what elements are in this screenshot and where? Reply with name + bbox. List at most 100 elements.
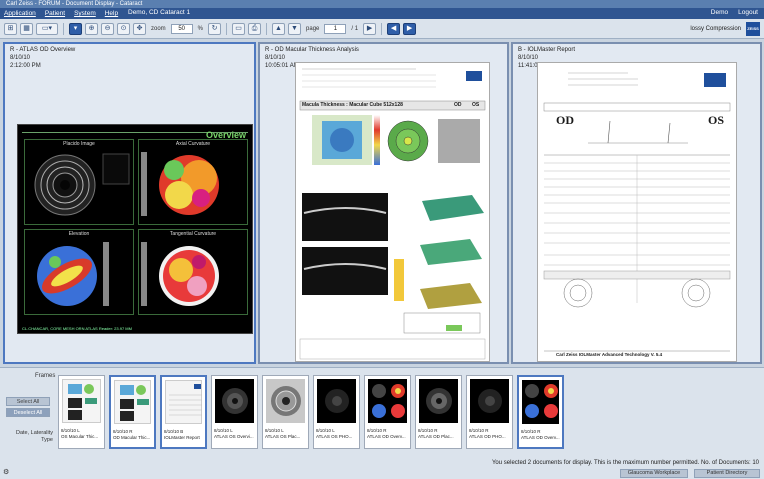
elevation-quadrant: Elevation xyxy=(24,229,134,315)
layout-dropdown-icon[interactable]: ▭▾ xyxy=(36,22,58,35)
thumbnail-atlas-od-overview-selected[interactable]: 8/10/10 R ATLAS OD Overv... xyxy=(517,375,564,449)
toolbar-separator xyxy=(226,22,228,35)
thumbnail-atlas-os-overview[interactable]: 8/10/10 L ATLAS OS Overvi... xyxy=(211,375,258,449)
od-label: OD xyxy=(454,102,462,108)
next-page-icon[interactable]: ▶ xyxy=(363,22,377,35)
document-panel-macular[interactable]: R - OD Macular Thickness Analysis 8/10/1… xyxy=(258,42,509,364)
document-panel-atlas[interactable]: R - ATLAS OD Overview 8/10/10 2:12:00 PM… xyxy=(3,42,256,364)
quadrant-title: Placido Image xyxy=(63,141,95,147)
macular-report-page: Macula Thickness : Macular Cube 512x128 … xyxy=(295,62,490,362)
compare-icon[interactable]: ▭ xyxy=(232,22,246,35)
user-name: Demo xyxy=(710,9,729,16)
toolbar-separator xyxy=(63,22,64,35)
menu-bar: Application Patient System Help Demo, CD… xyxy=(0,8,764,19)
thumbnail-image xyxy=(266,379,305,423)
thumbnail-caption: 8/10/10 L ATLAS OS PHO... xyxy=(316,428,353,439)
logout-button[interactable]: Logout xyxy=(738,9,758,16)
thumbnail-strip: Frames Select All Deselect All Date, Lat… xyxy=(0,367,764,457)
placido-image xyxy=(34,153,130,216)
quadrant-title: Tangential Curvature xyxy=(169,231,217,237)
overview-footer: CL.CHANCAR, CORE MESH ORN ATLAS Reader: … xyxy=(22,326,132,331)
page-down-icon[interactable]: ▼ xyxy=(288,22,302,35)
previous-document-icon[interactable]: ◀ xyxy=(387,22,401,35)
quadrant-title: Axial Curvature xyxy=(175,141,211,147)
iol-od-label: OD xyxy=(556,113,574,127)
elevation-map xyxy=(37,242,109,306)
status-bar: You selected 2 documents for display. Th… xyxy=(0,457,764,479)
thumbnail-image xyxy=(368,379,407,423)
os-label: OS xyxy=(472,102,480,108)
thumbnail-atlas-os-placido[interactable]: 8/10/10 L ATLAS OS Plac... xyxy=(262,375,309,449)
quadrant-title: Elevation xyxy=(68,231,90,237)
atlas-overview-image: Overview Placido Image Axial Curvature E… xyxy=(17,124,253,334)
document-viewer: R - ATLAS OD Overview 8/10/10 2:12:00 PM… xyxy=(0,39,764,365)
zoom-input[interactable]: 50 xyxy=(170,23,193,34)
compression-label: lossy Compression xyxy=(690,26,741,32)
panel-date: 8/10/10 xyxy=(265,55,286,61)
axial-curvature-quadrant: Axial Curvature xyxy=(138,139,248,225)
iol-os-label: OS xyxy=(708,113,725,127)
glaucoma-workplace-button[interactable]: Glaucoma Workplace xyxy=(620,469,688,478)
menu-system[interactable]: System xyxy=(74,10,96,17)
pointer-tool-icon[interactable]: ▾ xyxy=(69,22,82,35)
tangential-curvature-quadrant: Tangential Curvature xyxy=(138,229,248,315)
iol-footer: Carl Zeiss IOLMaster Advanced Technology… xyxy=(556,352,663,357)
patient-name: Demo, CD Cataract 1 xyxy=(128,9,191,16)
thumbnail-caption: 8/10/10 R ATLAS OD Plac... xyxy=(418,428,454,439)
zoom-in-icon[interactable]: ⊕ xyxy=(85,22,98,35)
thumbnail-atlas-os-pho[interactable]: 8/10/10 L ATLAS OS PHO... xyxy=(313,375,360,449)
zoom-out-icon[interactable]: ⊖ xyxy=(101,22,114,35)
toolbar: ⊞ ▦ ▭▾ ▾ ⊕ ⊖ ⊙ ✥ zoom 50 % ↻ ▭ ⎙ ▲ ▼ pag… xyxy=(0,19,764,39)
thumbnail-atlas-od-placido[interactable]: 8/10/10 R ATLAS OD Plac... xyxy=(415,375,462,449)
thumbnail-image xyxy=(165,380,202,424)
thumbnail-image xyxy=(114,380,151,424)
macular-report-title: Macula Thickness : Macular Cube 512x128 xyxy=(302,102,403,108)
date-laterality-label: Date, Laterality Type xyxy=(16,430,53,443)
thumbnail-atlas-od-overview[interactable]: 8/10/10 R ATLAS OD Overv... xyxy=(364,375,411,449)
page-total: / 1 xyxy=(351,25,359,32)
status-message: You selected 2 documents for display. Th… xyxy=(491,460,759,466)
settings-icon[interactable]: ⚙ xyxy=(3,469,10,476)
thumbnail-caption: 8/10/10 R ATLAS OD Overv... xyxy=(521,429,560,440)
deselect-all-button[interactable]: Deselect All xyxy=(6,408,50,417)
page-up-icon[interactable]: ▲ xyxy=(272,22,286,35)
menu-patient[interactable]: Patient xyxy=(45,10,65,17)
menu-help[interactable]: Help xyxy=(105,10,118,17)
frames-label: Frames xyxy=(35,373,56,379)
zoom-region-icon[interactable]: ⊙ xyxy=(117,22,130,35)
panel-header: R - ATLAS OD Overview 8/10/10 2:12:00 PM xyxy=(5,44,254,72)
document-panel-iolmaster[interactable]: B - IOLMaster Report 8/10/10 11:41:00 AM xyxy=(511,42,762,364)
pan-icon[interactable]: ✥ xyxy=(133,22,146,35)
window-title: Carl Zeiss - FORUM - Document Display - … xyxy=(0,0,764,8)
thumbnail-atlas-od-pho[interactable]: 8/10/10 R ATLAS OD PHO... xyxy=(466,375,513,449)
patient-directory-button[interactable]: Patient Directory xyxy=(694,469,760,478)
panel-date: 8/10/10 xyxy=(518,55,539,61)
thumbnail-image xyxy=(522,380,559,424)
thumbnail-caption: 8/10/10 R ATLAS OD Overv... xyxy=(367,428,406,439)
select-all-button[interactable]: Select All xyxy=(6,397,50,406)
panel-time: 2:12:00 PM xyxy=(10,63,41,69)
thumbnail-image xyxy=(470,379,509,423)
next-document-icon[interactable]: ▶ xyxy=(403,22,417,35)
page-input[interactable]: 1 xyxy=(324,23,347,34)
toolbar-separator xyxy=(381,22,383,35)
thumbnail-image xyxy=(419,379,458,423)
thumbnail-iolmaster[interactable]: 8/10/10 B IOLMaster Report xyxy=(160,375,207,449)
thumbnail-os-macular[interactable]: 8/10/10 L OS Macular Thic... xyxy=(58,375,105,449)
grid-layout-icon[interactable]: ▦ xyxy=(20,22,33,35)
menu-application[interactable]: Application xyxy=(4,10,36,17)
placido-quadrant: Placido Image xyxy=(24,139,134,225)
toolbar-separator xyxy=(266,22,268,35)
thumbnail-caption: 8/10/10 L ATLAS OS Plac... xyxy=(265,428,301,439)
axial-curvature-map xyxy=(141,152,219,216)
panel-date: 8/10/10 xyxy=(10,55,31,61)
print-icon[interactable]: ⎙ xyxy=(248,22,262,35)
zoom-label: zoom xyxy=(151,25,166,32)
thumbnail-od-macular[interactable]: 8/10/10 R OD Macular Thic... xyxy=(109,375,156,449)
page-label: page xyxy=(306,25,320,32)
thumbnail-caption: 8/10/10 L OS Macular Thic... xyxy=(61,428,99,439)
refresh-icon[interactable]: ↻ xyxy=(208,22,222,35)
iolmaster-report-graphics xyxy=(543,72,731,352)
thumbnail-caption: 8/10/10 R OD Macular Thic... xyxy=(113,429,151,440)
zoom-fit-icon[interactable]: ⊞ xyxy=(4,22,17,35)
